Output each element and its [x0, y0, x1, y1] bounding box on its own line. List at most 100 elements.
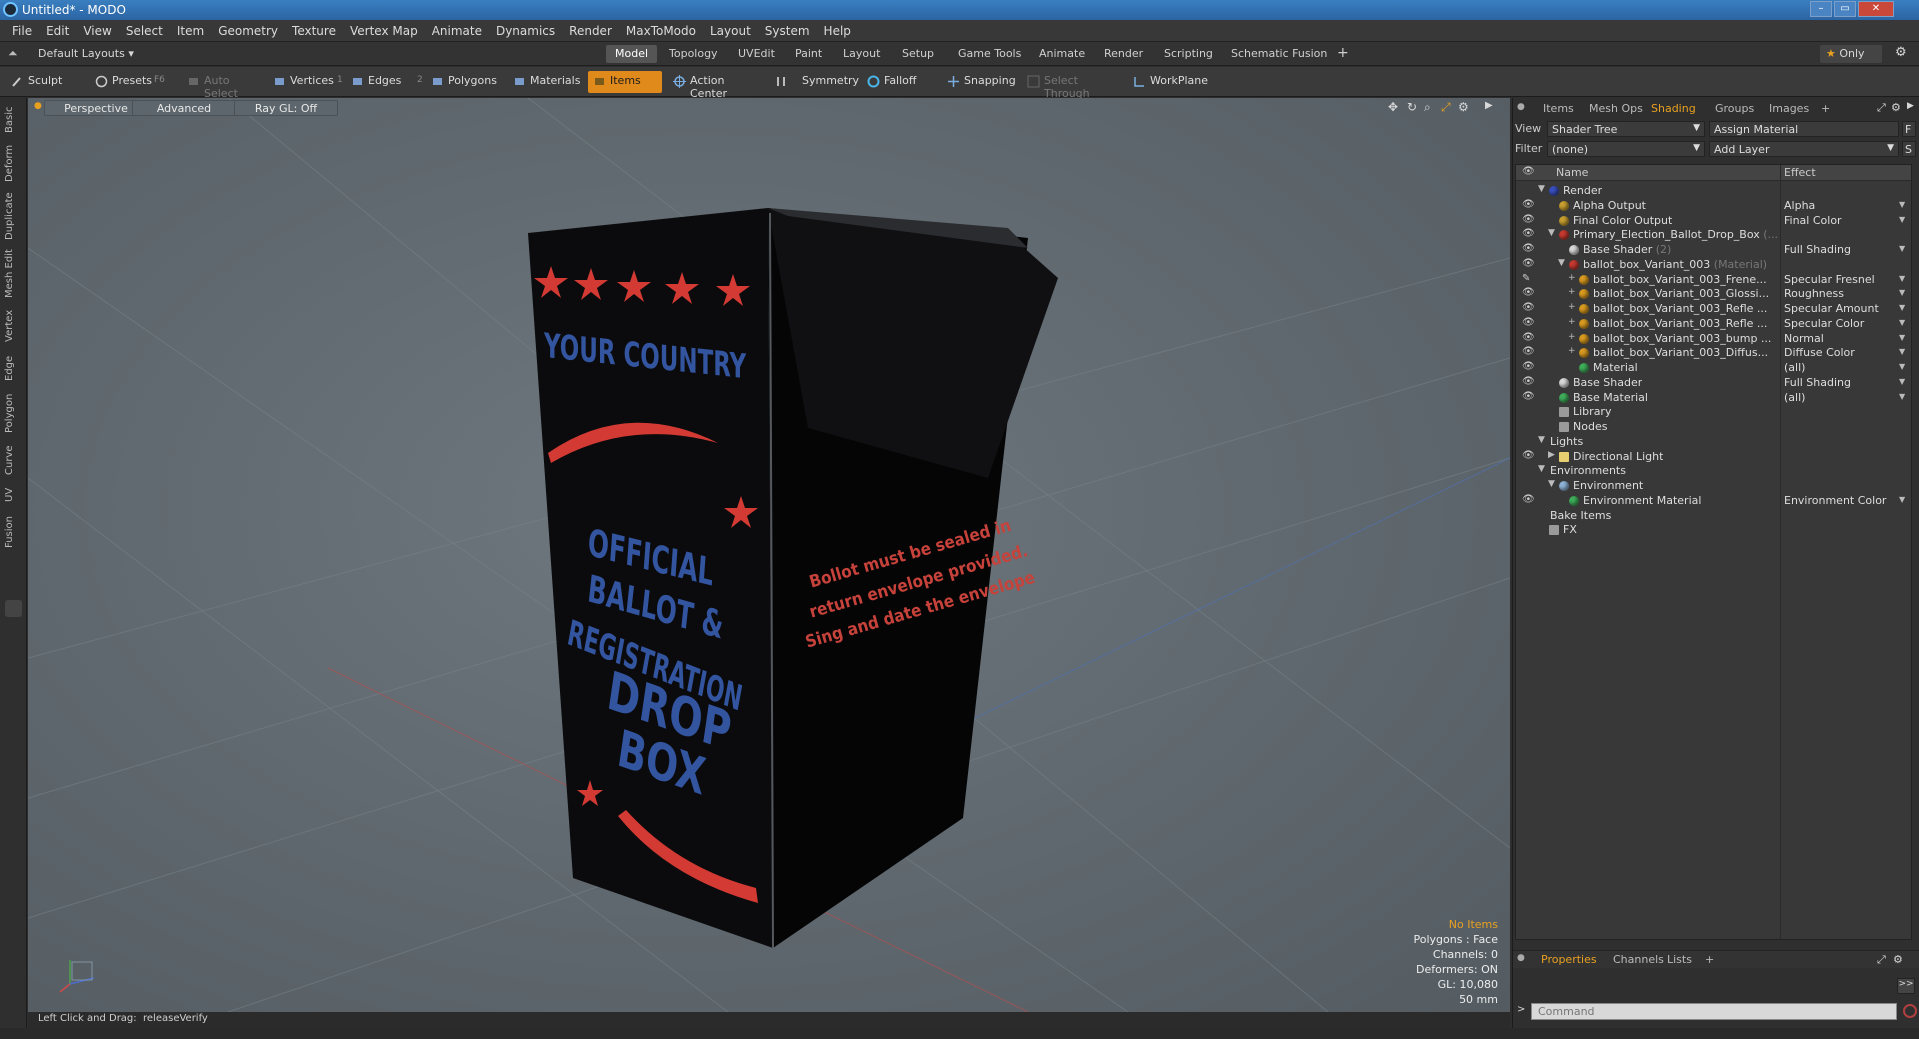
menu-item[interactable]: Item	[170, 20, 211, 42]
chevron-down-icon[interactable]: ▼	[1899, 347, 1905, 356]
expand-arrow-icon[interactable]: ▼	[1558, 258, 1565, 268]
tab-game-tools[interactable]: Game Tools	[949, 45, 1030, 63]
expand-plus-icon[interactable]: +	[1568, 273, 1576, 283]
chevron-down-icon[interactable]: ▼	[1899, 200, 1905, 209]
shader-tree-item-effect[interactable]: Alpha	[1784, 199, 1884, 212]
assign-material-hotkey[interactable]: F	[1902, 121, 1916, 137]
column-name[interactable]: Name	[1556, 166, 1588, 179]
expand-arrow-icon[interactable]: ▼	[1538, 435, 1545, 445]
left-tab-uv[interactable]: UV	[4, 484, 22, 506]
eye-column-icon[interactable]: 👁	[1522, 166, 1535, 177]
left-tab-deform[interactable]: Deform	[4, 142, 22, 184]
chevron-down-icon[interactable]: ▼	[1899, 303, 1905, 312]
shader-tree-item-effect[interactable]: Full Shading	[1784, 243, 1884, 256]
menu-texture[interactable]: Texture	[285, 20, 343, 42]
zoom-icon[interactable]: ⌕	[1424, 100, 1431, 115]
chevron-down-icon[interactable]: ▼	[1899, 333, 1905, 342]
materials-button[interactable]: Materials	[508, 71, 584, 93]
panel-arrow-icon[interactable]: ▶	[1907, 101, 1914, 111]
items-button[interactable]: Items	[588, 71, 662, 93]
snapping-button[interactable]: Snapping	[942, 71, 1018, 93]
tab-schematic-fusion[interactable]: Schematic Fusion	[1222, 45, 1336, 63]
maximize-button[interactable]: ▭	[1834, 1, 1856, 17]
workplane-button[interactable]: WorkPlane	[1128, 71, 1212, 93]
expand-plus-icon[interactable]: +	[1568, 332, 1576, 342]
panel-tab-groups[interactable]: Groups	[1707, 101, 1762, 117]
filter-dropdown[interactable]: (none) ▼	[1547, 141, 1705, 157]
expand-plus-icon[interactable]: +	[1568, 317, 1576, 327]
chevron-down-icon[interactable]: ▼	[1899, 377, 1905, 386]
menu-render[interactable]: Render	[562, 20, 619, 42]
action-center-button[interactable]: Action Center	[668, 71, 762, 100]
brush-icon[interactable]: ✎	[1522, 273, 1538, 284]
shader-tree-item-effect[interactable]: Full Shading	[1784, 376, 1884, 389]
ballot-drop-box-model[interactable]	[28, 98, 1510, 1012]
eye-icon[interactable]: 👁	[1522, 228, 1538, 239]
shader-tree-item-effect[interactable]: Roughness	[1784, 287, 1884, 300]
menu-file[interactable]: File	[0, 20, 39, 42]
properties-add-tab[interactable]: +	[1697, 952, 1722, 968]
chevron-down-icon[interactable]: ▼	[1899, 244, 1905, 253]
tab-properties[interactable]: Properties	[1533, 952, 1605, 968]
eye-icon[interactable]: 👁	[1522, 361, 1538, 372]
eye-icon[interactable]: 👁	[1522, 287, 1538, 298]
eye-icon[interactable]: 👁	[1522, 332, 1538, 343]
menu-animate[interactable]: Animate	[425, 20, 489, 42]
rotate-icon[interactable]: ↻	[1407, 100, 1417, 114]
expand-plus-icon[interactable]: +	[1568, 302, 1576, 312]
menu-help[interactable]: Help	[817, 20, 858, 42]
pan-icon[interactable]: ✥	[1388, 100, 1398, 114]
record-icon[interactable]	[1903, 1004, 1917, 1018]
left-tab-edge[interactable]: Edge	[4, 352, 22, 384]
eye-icon[interactable]: 👁	[1522, 391, 1538, 402]
add-tab-button[interactable]: +	[1328, 45, 1358, 63]
shader-tree[interactable]: 👁 Name Effect ▼ Render 👁 Alpha Output Alpha ▼…	[1515, 164, 1912, 940]
expand-arrow-icon[interactable]: ▼	[1548, 479, 1555, 489]
expand-arrow-icon[interactable]: ▼	[1538, 464, 1545, 474]
tab-render[interactable]: Render	[1095, 45, 1152, 63]
left-tab-polygon[interactable]: Polygon	[4, 390, 22, 436]
eye-icon[interactable]: 👁	[1522, 214, 1538, 225]
tab-paint[interactable]: Paint	[786, 45, 831, 63]
tab-model[interactable]: Model	[606, 45, 658, 63]
add-layer-hotkey[interactable]: S	[1902, 141, 1916, 157]
expand-arrow-icon[interactable]: ▼	[1538, 184, 1545, 194]
eye-icon[interactable]: 👁	[1522, 450, 1538, 461]
shader-tree-item-effect[interactable]: Diffuse Color	[1784, 346, 1884, 359]
view-dropdown[interactable]: Shader Tree ▼	[1547, 121, 1705, 137]
symmetry-button[interactable]: Symmetry	[770, 71, 859, 93]
command-input[interactable]: Command	[1531, 1003, 1897, 1020]
shader-tree-item-effect[interactable]: Environment Color	[1784, 494, 1886, 507]
panel-add-tab[interactable]: +	[1813, 101, 1838, 117]
expand-plus-icon[interactable]: +	[1568, 287, 1576, 297]
shader-tree-item-effect[interactable]: (all)	[1784, 361, 1884, 374]
tool-pie-button[interactable]	[5, 600, 22, 617]
layout-dropdown[interactable]: Default Layouts ▾	[38, 47, 134, 60]
shader-tree-item-effect[interactable]: Normal	[1784, 332, 1884, 345]
expand-arrow-icon[interactable]: ▶	[1548, 450, 1555, 460]
viewport-expand-icon[interactable]: ▶	[1485, 100, 1493, 111]
menu-layout[interactable]: Layout	[703, 20, 758, 42]
eye-icon[interactable]: 👁	[1522, 199, 1538, 210]
panel-expand-icon[interactable]: ⤢	[1877, 101, 1886, 115]
properties-gear-icon[interactable]: ⚙	[1893, 953, 1903, 966]
edges-button[interactable]: Edges	[346, 71, 412, 93]
assign-material-button[interactable]: Assign Material	[1709, 121, 1899, 137]
tab-topology[interactable]: Topology	[660, 45, 727, 63]
chevron-down-icon[interactable]: ▼	[1899, 495, 1905, 504]
panel-tab-mesh-ops[interactable]: Mesh Ops	[1581, 101, 1651, 117]
left-tab-vertex[interactable]: Vertex	[4, 306, 22, 346]
sculpt-button[interactable]: Sculpt	[6, 71, 86, 93]
menu-dynamics[interactable]: Dynamics	[489, 20, 562, 42]
viewport-gear-icon[interactable]: ⚙	[1458, 100, 1469, 114]
expand-plus-icon[interactable]: +	[1568, 346, 1576, 356]
left-tab-fusion[interactable]: Fusion	[4, 512, 22, 552]
shader-tree-item-effect[interactable]: (all)	[1784, 391, 1884, 404]
shader-tree-item-effect[interactable]: Final Color	[1784, 214, 1884, 227]
properties-menu-icon[interactable]: ●	[1517, 953, 1525, 963]
eye-icon[interactable]: 👁	[1522, 317, 1538, 328]
menu-view[interactable]: View	[76, 20, 118, 42]
menu-vertex-map[interactable]: Vertex Map	[343, 20, 425, 42]
select-through-button[interactable]: Select Through	[1022, 71, 1122, 100]
only-toggle[interactable]: ★ Only	[1820, 45, 1882, 63]
